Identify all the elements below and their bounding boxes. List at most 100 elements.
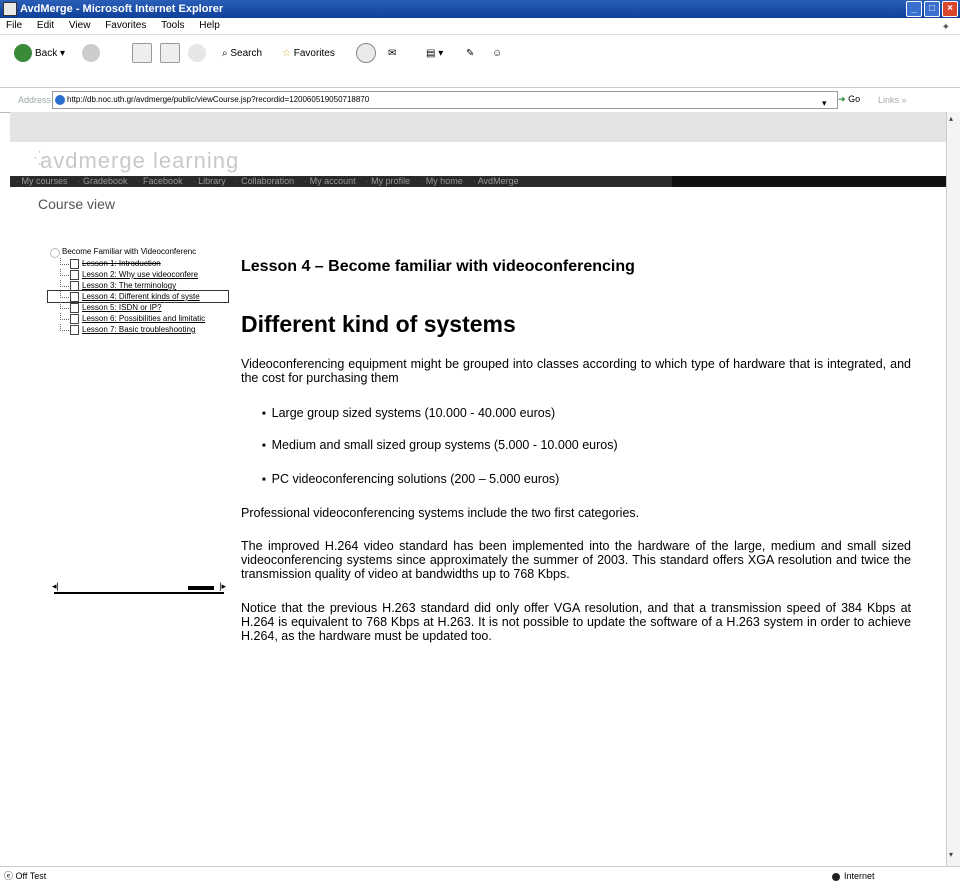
go-arrow-icon: ➜ bbox=[838, 94, 846, 104]
links-button[interactable]: Links » bbox=[878, 88, 907, 112]
menu-bar: File Edit View Favorites Tools Help ✦ bbox=[0, 18, 960, 35]
nav-my-courses[interactable]: My courses bbox=[16, 176, 68, 187]
forward-button[interactable] bbox=[82, 41, 103, 67]
lesson-tree: Become Familiar with Videoconferenc Less… bbox=[47, 246, 229, 335]
tree-item-label: Lesson 6: Possibilities and limitatic bbox=[82, 314, 206, 323]
address-bar: Address http://db.noc.uth.gr/avdmerge/pu… bbox=[0, 88, 960, 113]
history-button[interactable] bbox=[356, 41, 379, 67]
nav-facebook[interactable]: Facebook bbox=[138, 176, 183, 187]
search-button[interactable]: ⌕ Search bbox=[222, 41, 262, 67]
menu-edit[interactable]: Edit bbox=[37, 20, 54, 31]
search-label: Search bbox=[230, 48, 263, 59]
back-button[interactable]: Back ▾ bbox=[14, 41, 65, 67]
refresh-icon bbox=[160, 43, 180, 64]
page-icon bbox=[70, 303, 79, 313]
bullet-pc-solutions: PC videoconferencing solutions (200 – 5.… bbox=[262, 472, 560, 487]
edit-button[interactable]: ✎ bbox=[466, 41, 474, 67]
mail-button[interactable]: ✉ bbox=[388, 41, 396, 67]
scroll-down-icon[interactable]: ▾ bbox=[949, 850, 953, 859]
tree-item-lesson-3[interactable]: Lesson 3: The terminology bbox=[48, 280, 228, 291]
page-icon bbox=[70, 259, 79, 269]
address-input[interactable]: http://db.noc.uth.gr/avdmerge/public/vie… bbox=[52, 91, 838, 109]
tree-item-lesson-5[interactable]: Lesson 5: ISDN or IP? bbox=[48, 302, 228, 313]
tree-item-lesson-2[interactable]: Lesson 2: Why use videoconfere bbox=[48, 269, 228, 280]
ie-app-icon bbox=[3, 2, 17, 16]
site-header bbox=[10, 112, 946, 142]
tree-item-label: Lesson 3: The terminology bbox=[82, 281, 177, 290]
menu-tools[interactable]: Tools bbox=[161, 20, 184, 31]
page-title: Course view bbox=[38, 196, 116, 212]
windows-flag-icon: ✦ bbox=[941, 22, 950, 33]
nav-my-home[interactable]: My home bbox=[420, 176, 463, 187]
tree-item-label: Lesson 7: Basic troubleshooting bbox=[82, 325, 196, 334]
menu-file[interactable]: File bbox=[6, 20, 22, 31]
scroll-thumb[interactable] bbox=[188, 586, 214, 590]
stop-icon bbox=[132, 43, 152, 64]
messenger-icon: ☺ bbox=[492, 48, 503, 59]
refresh-button[interactable] bbox=[160, 41, 183, 67]
page-icon bbox=[70, 314, 79, 324]
nav-collaboration[interactable]: Collaboration bbox=[236, 176, 294, 187]
ie-status-icon: ⓔ bbox=[4, 871, 14, 881]
star-icon: ☆ bbox=[282, 48, 291, 59]
edit-icon: ✎ bbox=[466, 48, 475, 59]
tree-item-label: Lesson 5: ISDN or IP? bbox=[82, 303, 162, 312]
page-icon bbox=[70, 281, 79, 291]
favorites-label: Favorites bbox=[293, 48, 335, 59]
lesson-title: Lesson 4 – Become familiar with videocon… bbox=[241, 258, 635, 275]
favorites-button[interactable]: ☆ Favorites bbox=[282, 41, 335, 67]
stop-button[interactable] bbox=[132, 41, 155, 67]
zone-label: Internet bbox=[844, 871, 875, 881]
address-label: Address bbox=[18, 95, 52, 105]
toolbar: Back ▾ ⌕ Search ☆ Favorites ✉ ▤ ▾ ✎ ☺ bbox=[0, 35, 960, 88]
status-bar: ⓔ Off Test Internet bbox=[0, 866, 960, 885]
scroll-right-icon[interactable]: |▸ bbox=[219, 581, 226, 592]
go-button[interactable]: ➜ Go bbox=[838, 91, 860, 107]
tree-item-lesson-4[interactable]: Lesson 4: Different kinds of syste bbox=[47, 290, 229, 303]
menu-help[interactable]: Help bbox=[199, 20, 220, 31]
bullet-large-systems: Large group sized systems (10.000 - 40.0… bbox=[262, 406, 556, 421]
back-arrow-icon bbox=[14, 44, 32, 63]
close-button[interactable]: × bbox=[942, 1, 958, 17]
messenger-button[interactable]: ☺ bbox=[492, 41, 502, 67]
menu-view[interactable]: View bbox=[69, 20, 91, 31]
page-icon bbox=[70, 325, 79, 335]
scroll-up-icon[interactable]: ▴ bbox=[949, 114, 953, 123]
tree-horizontal-scrollbar[interactable]: ◂| |▸ bbox=[52, 581, 226, 594]
bullet-medium-systems: Medium and small sized group systems (5.… bbox=[262, 438, 618, 453]
back-label: Back bbox=[35, 48, 58, 59]
nav-avdmerge[interactable]: AvdMerge bbox=[473, 176, 519, 187]
tree-item-lesson-7[interactable]: Lesson 7: Basic troubleshooting bbox=[48, 324, 228, 335]
tree-item-label: Lesson 4: Different kinds of syste bbox=[82, 292, 200, 301]
menu-favorites[interactable]: Favorites bbox=[105, 20, 146, 31]
internet-zone-icon bbox=[832, 872, 840, 881]
home-icon bbox=[188, 44, 206, 63]
nav-gradebook[interactable]: Gradebook bbox=[78, 176, 128, 187]
course-icon bbox=[50, 248, 60, 258]
security-zone: Internet bbox=[832, 867, 875, 885]
nav-my-profile[interactable]: My profile bbox=[366, 176, 410, 187]
page-icon bbox=[70, 270, 79, 280]
window-title: AvdMerge - Microsoft Internet Explorer bbox=[20, 3, 224, 15]
home-button[interactable] bbox=[188, 41, 209, 67]
page-icon bbox=[55, 95, 65, 105]
paragraph-h263: Notice that the previous H.263 standard … bbox=[241, 601, 911, 643]
site-logo[interactable]: avdmerge learning bbox=[40, 148, 239, 174]
nav-library[interactable]: Library bbox=[193, 176, 226, 187]
tree-root[interactable]: Become Familiar with Videoconferenc bbox=[48, 246, 228, 258]
intro-paragraph: Videoconferencing equipment might be gro… bbox=[241, 357, 911, 385]
paragraph-categories: Professional videoconferencing systems i… bbox=[241, 506, 640, 520]
nav-my-account[interactable]: My account bbox=[304, 176, 356, 187]
maximize-button[interactable]: □ bbox=[924, 1, 940, 17]
page-content: ⁛ avdmerge learning My courses Gradebook… bbox=[10, 112, 946, 866]
window-titlebar: AvdMerge - Microsoft Internet Explorer _… bbox=[0, 0, 960, 18]
site-nav: My courses Gradebook Facebook Library Co… bbox=[10, 176, 946, 187]
page-vertical-scrollbar[interactable]: ▴ ▾ bbox=[946, 112, 960, 866]
tree-item-lesson-1[interactable]: Lesson 1: Introduction bbox=[48, 258, 228, 269]
minimize-button[interactable]: _ bbox=[906, 1, 922, 17]
print-button[interactable]: ▤ ▾ bbox=[426, 41, 443, 67]
history-icon bbox=[356, 43, 376, 64]
scroll-left-icon[interactable]: ◂| bbox=[52, 581, 59, 592]
address-url: http://db.noc.uth.gr/avdmerge/public/vie… bbox=[67, 95, 370, 104]
tree-item-lesson-6[interactable]: Lesson 6: Possibilities and limitatic bbox=[48, 313, 228, 324]
